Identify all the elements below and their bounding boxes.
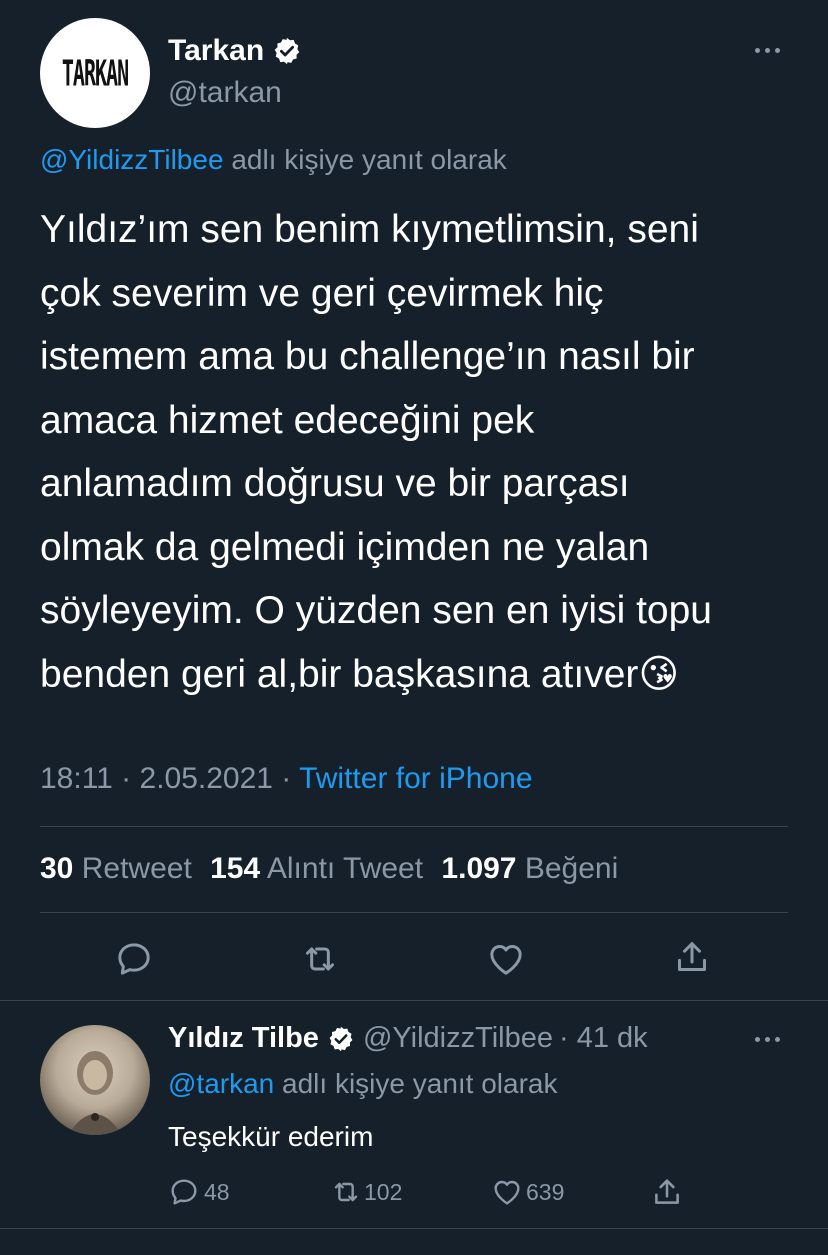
verified-badge-icon xyxy=(272,36,302,66)
tweet-text-line: anlamadım doğrusu ve bir parçası xyxy=(40,462,630,505)
reply-reply-action[interactable]: 48 xyxy=(168,1176,230,1208)
reply-to-handle[interactable]: @YildizzTilbee xyxy=(40,144,224,175)
reply-context: @YildizzTilbee adlı kişiye yanıt olarak xyxy=(40,144,507,176)
tweet-text-line: olmak da gelmedi içimden ne yalan xyxy=(40,525,650,569)
tweet-text-line: Yıldız’ım sen benim kıymetlimsin, seni xyxy=(40,208,699,251)
reply-to-suffix: adlı kişiye yanıt olarak xyxy=(231,144,507,175)
section-divider xyxy=(0,1228,828,1229)
divider xyxy=(40,912,788,913)
timestamp[interactable]: 18:11 · 2.05.2021 · xyxy=(40,762,291,795)
section-divider xyxy=(0,1000,828,1001)
likes-count: 1.097 xyxy=(441,852,517,885)
like-icon xyxy=(490,1176,524,1208)
quotes-label: Alıntı Tweet xyxy=(266,852,424,885)
tweet-text-line: istemem ama bu challenge’ın nasıl bir xyxy=(40,335,695,378)
tweet-text-line: benden geri al,bir başkasına atıver xyxy=(40,652,639,696)
reply-context: @tarkan adlı kişiye yanıt olarak xyxy=(168,1068,558,1100)
author-name: Tarkan xyxy=(168,34,265,67)
tweet-meta: 18:11 · 2.05.2021 · Twitter for iPhone xyxy=(40,762,533,796)
yildiz-avatar[interactable] xyxy=(40,1025,150,1135)
tweet-text-line: amaca hizmet edeceğini pek xyxy=(40,398,535,442)
tarkan-avatar[interactable]: TARKAN xyxy=(40,18,150,128)
author-name-row[interactable]: Tarkan xyxy=(168,34,302,68)
tweet-source[interactable]: Twitter for iPhone xyxy=(299,762,532,795)
reply-more-options-icon[interactable] xyxy=(755,1037,780,1042)
reply-icon xyxy=(168,1176,200,1208)
portrait-image xyxy=(68,1051,122,1135)
tweet-text-line: söyleyeyim. O yüzden sen en iyisi topu xyxy=(40,589,712,632)
like-icon[interactable] xyxy=(486,939,526,979)
reply-icon[interactable] xyxy=(114,939,154,979)
retweet-icon[interactable] xyxy=(300,939,340,979)
retweet-count: 102 xyxy=(364,1178,403,1205)
tweet-text: Yıldız’ım sen benim kıymetlimsin, seni ç… xyxy=(40,198,712,706)
retweets-stat[interactable]: 30 Retweet xyxy=(40,852,200,885)
more-options-icon[interactable] xyxy=(755,48,780,53)
reply-count: 48 xyxy=(204,1178,230,1205)
reply-author-row[interactable]: Yıldız Tilbe @YildizzTilbee · 41 dk xyxy=(168,1022,648,1055)
reply-author-handle: @YildizzTilbee xyxy=(362,1022,554,1054)
tweet-text-line-last: benden geri al,bir başkasına atıver😘 xyxy=(40,643,712,707)
tweet-stats: 30 Retweet 154 Alıntı Tweet 1.097 Beğeni xyxy=(40,852,618,886)
reply-author-name: Yıldız Tilbe xyxy=(168,1022,319,1054)
quotes-stat[interactable]: 154 Alıntı Tweet xyxy=(210,852,431,885)
reply-text: Teşekkür ederim xyxy=(168,1121,374,1152)
likes-label: Beğeni xyxy=(524,852,619,885)
retweets-label: Retweet xyxy=(81,852,192,885)
like-count: 639 xyxy=(526,1178,565,1205)
tarkan-logo: TARKAN xyxy=(61,51,129,95)
reply-to-handle[interactable]: @tarkan xyxy=(168,1068,274,1099)
reply-to-suffix: adlı kişiye yanıt olarak xyxy=(282,1068,558,1099)
divider xyxy=(40,826,788,827)
retweets-count: 30 xyxy=(40,852,74,885)
likes-stat[interactable]: 1.097 Beğeni xyxy=(441,852,618,885)
verified-badge-icon xyxy=(327,1025,355,1053)
quotes-count: 154 xyxy=(210,852,261,885)
kiss-emoji: 😘 xyxy=(638,652,680,696)
reply-like-action[interactable]: 639 xyxy=(490,1176,564,1208)
author-handle[interactable]: @tarkan xyxy=(168,76,282,110)
reply-share-icon[interactable] xyxy=(650,1175,684,1209)
tweet-text-line: çok severim ve geri çevirmek hiç xyxy=(40,271,604,315)
reply-retweet-action[interactable]: 102 xyxy=(328,1176,402,1208)
retweet-icon xyxy=(328,1176,364,1208)
reply-time: · 41 dk xyxy=(559,1022,648,1054)
share-icon[interactable] xyxy=(672,937,712,977)
